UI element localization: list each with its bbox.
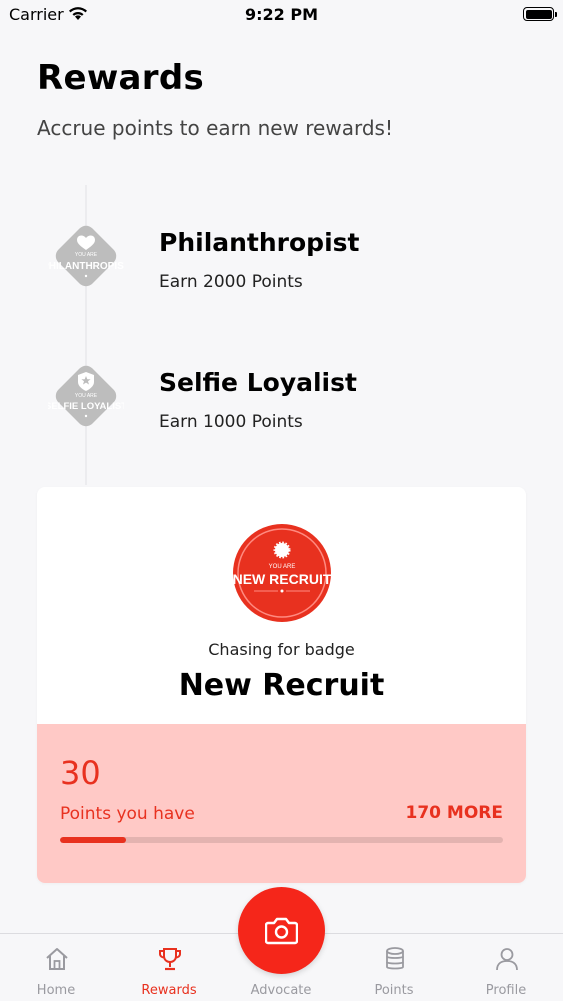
tab-label: Advocate [250, 983, 312, 998]
reward-name: Philanthropist [159, 228, 360, 257]
points-label: Points you have [60, 804, 195, 824]
tab-profile[interactable]: Profile [450, 934, 562, 1001]
tab-label: Rewards [141, 983, 197, 998]
points-progress-fill [60, 837, 127, 843]
svg-text:YOU ARE: YOU ARE [75, 252, 98, 258]
svg-text:PHILANTHROPIST: PHILANTHROPIST [48, 261, 124, 272]
chasing-badge-name: New Recruit [178, 668, 385, 703]
reward-item-selfie-loyalist[interactable]: YOU ARE SELFIE LOYALIST Selfie Loyalist … [0, 358, 563, 458]
tab-rewards[interactable]: Rewards [113, 934, 225, 1001]
svg-text:YOU ARE: YOU ARE [269, 564, 296, 570]
tab-label: Home [36, 983, 76, 998]
clock: 9:22 PM [244, 5, 318, 24]
reward-name: Selfie Loyalist [159, 368, 357, 397]
chasing-label: Chasing for badge [208, 640, 355, 659]
reward-item-philanthropist[interactable]: YOU ARE PHILANTHROPIST Philanthropist Ea… [0, 218, 563, 318]
points-remaining: 170 MORE [405, 803, 503, 823]
tab-points[interactable]: Points [338, 934, 450, 1001]
status-bar: Carrier 9:22 PM [0, 0, 563, 30]
reward-requirement: Earn 1000 Points [159, 412, 303, 432]
points-progress-bar [60, 837, 503, 843]
points-panel: 30 Points you have 170 MORE [37, 724, 526, 883]
page-subtitle: Accrue points to earn new rewards! [37, 116, 393, 140]
current-badge-card: YOU ARE NEW RECRUIT Chasing for badge Ne… [37, 487, 526, 883]
svg-text:SELFIE LOYALIST: SELFIE LOYALIST [48, 401, 124, 412]
tab-label: Profile [485, 983, 527, 998]
svg-text:NEW RECRUIT: NEW RECRUIT [233, 571, 332, 587]
philanthropist-badge-icon: YOU ARE PHILANTHROPIST [42, 218, 130, 294]
coins-icon [382, 946, 408, 972]
selfie-loyalist-badge-icon: YOU ARE SELFIE LOYALIST [45, 358, 127, 434]
home-icon [44, 946, 70, 972]
svg-text:YOU ARE: YOU ARE [75, 393, 98, 399]
new-recruit-badge-icon: YOU ARE NEW RECRUIT [232, 523, 332, 623]
page-title: Rewards [37, 58, 205, 98]
person-icon [494, 946, 520, 972]
reward-requirement: Earn 2000 Points [159, 272, 303, 292]
trophy-icon [157, 946, 183, 972]
tab-label: Points [374, 983, 414, 998]
tab-home[interactable]: Home [0, 934, 112, 1001]
points-value: 30 [60, 754, 101, 792]
camera-icon [265, 917, 298, 945]
advocate-camera-button[interactable] [238, 887, 325, 974]
battery-icon [523, 7, 557, 21]
